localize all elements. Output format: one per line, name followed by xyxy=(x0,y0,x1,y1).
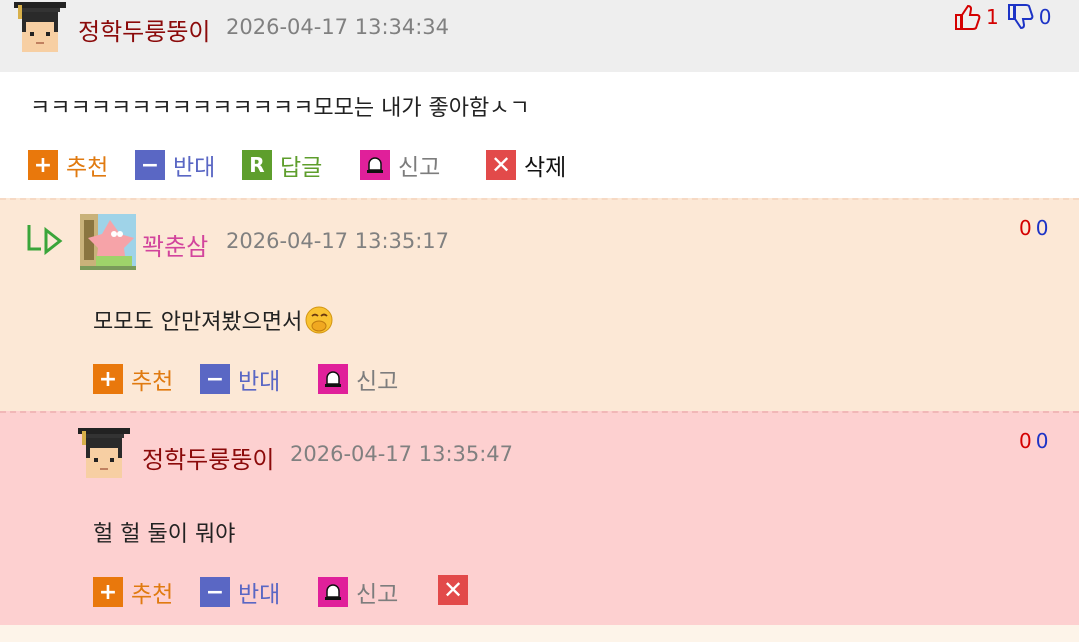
graduate-avatar-icon xyxy=(14,2,66,52)
comment-date: 2026-04-17 13:35:17 xyxy=(226,229,450,253)
recommend-button[interactable]: + 추천 xyxy=(93,575,173,609)
plus-icon: + xyxy=(93,577,123,607)
hand-over-mouth-emoji-icon xyxy=(305,306,333,334)
comment-author-nickname[interactable]: 정학두룽뚱이 xyxy=(78,12,210,47)
oppose-label: 반대 xyxy=(238,369,281,395)
patrick-avatar-icon xyxy=(80,214,136,270)
delete-label: 삭제 xyxy=(524,155,567,181)
oppose-label: 반대 xyxy=(238,582,281,608)
comment-author-nickname[interactable]: 꽉춘삼 xyxy=(142,227,208,262)
comment-text: ㅋㅋㅋㅋㅋㅋㅋㅋㅋㅋㅋㅋㅋㅋ모모는 내가 좋아함ㅅㄱ xyxy=(30,96,530,121)
down-count[interactable]: 0 xyxy=(1036,429,1049,453)
vote-counts: 1 0 xyxy=(952,2,1051,32)
up-count[interactable]: 0 xyxy=(1019,429,1032,453)
recommend-button[interactable]: + 추천 xyxy=(93,362,173,396)
report-button[interactable]: 신고 xyxy=(318,575,398,609)
avatar xyxy=(80,214,136,274)
reply-label: 답글 xyxy=(280,155,323,181)
comment-date: 2026-04-17 13:34:34 xyxy=(226,15,450,39)
minus-icon: − xyxy=(200,577,230,607)
oppose-button[interactable]: − 반대 xyxy=(200,362,280,396)
avatar xyxy=(14,2,66,58)
comment-text: 모모도 안만져봤으면서 xyxy=(93,304,334,336)
thumbs-down-icon[interactable] xyxy=(1005,2,1035,32)
siren-icon xyxy=(318,364,348,394)
avatar xyxy=(78,428,130,484)
oppose-button[interactable]: − 반대 xyxy=(200,575,280,609)
report-button[interactable]: 신고 xyxy=(360,148,440,182)
delete-button[interactable]: ✕ xyxy=(438,575,468,605)
recommend-label: 추천 xyxy=(131,369,174,395)
oppose-button[interactable]: − 반대 xyxy=(135,148,215,182)
delete-button[interactable]: ✕ 삭제 xyxy=(486,148,566,182)
reply-r-icon: R xyxy=(242,150,272,180)
siren-icon xyxy=(318,577,348,607)
minus-icon: − xyxy=(135,150,165,180)
up-count[interactable]: 0 xyxy=(1019,216,1032,240)
comment-date: 2026-04-17 13:35:47 xyxy=(290,442,514,466)
next-comment-edge xyxy=(0,625,1079,642)
report-label: 신고 xyxy=(356,582,399,608)
comment-text: 헐 헐 둘이 뭐야 xyxy=(93,522,236,547)
graduate-avatar-icon xyxy=(78,428,130,478)
plus-icon: + xyxy=(93,364,123,394)
thumbs-up-icon[interactable] xyxy=(952,2,982,32)
report-label: 신고 xyxy=(356,369,399,395)
recommend-button[interactable]: + 추천 xyxy=(28,148,108,182)
oppose-label: 반대 xyxy=(173,155,216,181)
siren-icon xyxy=(360,150,390,180)
close-x-icon: ✕ xyxy=(438,575,468,605)
minus-icon: − xyxy=(200,364,230,394)
up-count: 1 xyxy=(986,5,999,29)
close-x-icon: ✕ xyxy=(486,150,516,180)
reply-button[interactable]: R 답글 xyxy=(242,148,322,182)
reply-arrow-icon xyxy=(26,222,64,260)
down-count: 0 xyxy=(1038,5,1052,29)
report-label: 신고 xyxy=(398,155,441,181)
vote-counts: 0 0 xyxy=(1019,216,1048,240)
vote-counts: 0 0 xyxy=(1019,429,1048,453)
recommend-label: 추천 xyxy=(131,582,174,608)
comment-author-nickname[interactable]: 정학두룽뚱이 xyxy=(142,440,274,475)
down-count[interactable]: 0 xyxy=(1036,216,1049,240)
report-button[interactable]: 신고 xyxy=(318,362,398,396)
comment-text-content: 모모도 안만져봤으면서 xyxy=(93,310,303,335)
recommend-label: 추천 xyxy=(66,155,109,181)
plus-icon: + xyxy=(28,150,58,180)
